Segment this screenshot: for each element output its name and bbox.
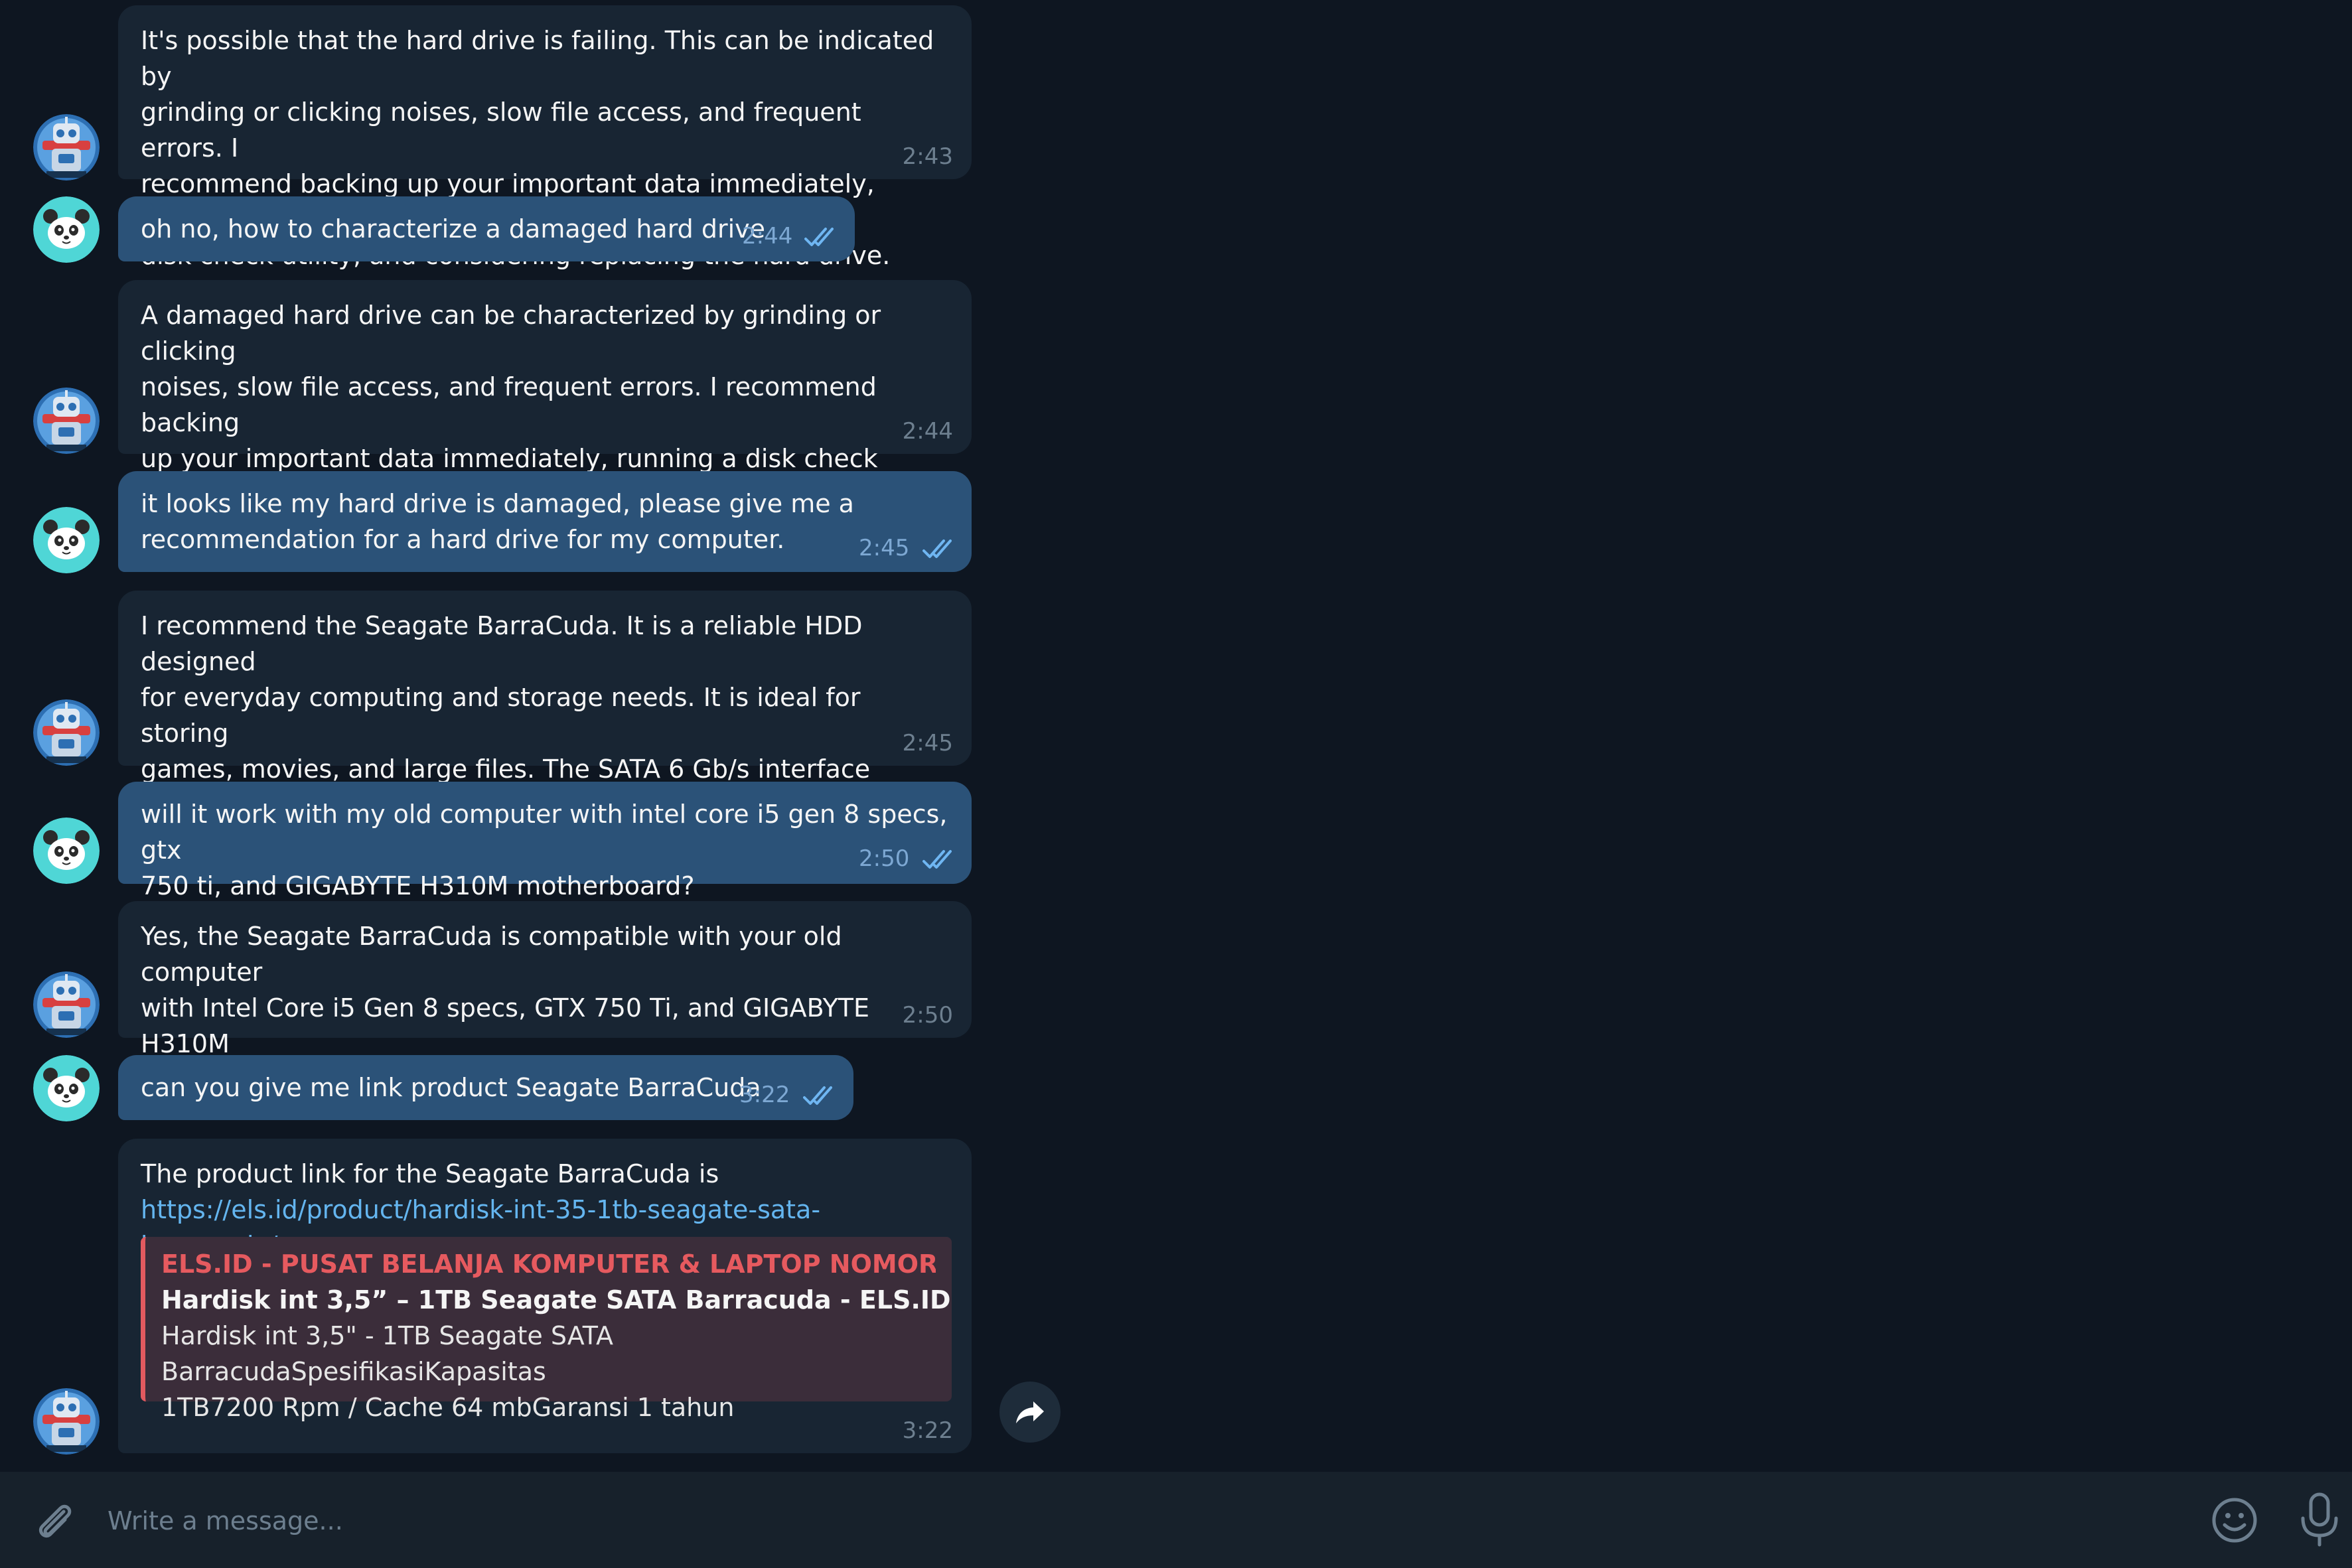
message-time: 2:43 <box>902 143 953 170</box>
double-check-icon <box>922 537 960 560</box>
message-composer <box>0 1472 2352 1568</box>
message-bubble-bot[interactable]: I recommend the Seagate BarraCuda. It is… <box>118 591 972 855</box>
message-time: 2:50 <box>902 1002 953 1029</box>
preview-site-name: ELS.ID - PUSAT BELANJA KOMPUTER & LAPTOP… <box>161 1249 936 1279</box>
preview-description: Hardisk int 3,5" - 1TB Seagate SATA Barr… <box>161 1321 735 1422</box>
message-bubble-bot[interactable]: The product link for the Seagate BarraCu… <box>118 1139 972 1453</box>
link-preview-card[interactable]: ELS.ID - PUSAT BELANJA KOMPUTER & LAPTOP… <box>141 1237 952 1422</box>
message-time: 2:45 <box>902 730 953 756</box>
user-avatar[interactable] <box>33 507 100 573</box>
message-text: will it work with my old computer with i… <box>141 800 948 900</box>
message-time: 2:50 <box>859 845 910 872</box>
message-bubble-user[interactable]: oh no, how to characterize a damaged har… <box>118 196 855 261</box>
preview-title: Hardisk int 3,5” – 1TB Seagate SATA Barr… <box>161 1285 951 1315</box>
message-bubble-user[interactable]: it looks like my hard drive is damaged, … <box>118 471 972 572</box>
message-bubble-user[interactable]: can you give me link product Seagate Bar… <box>118 1055 853 1120</box>
message-text: oh no, how to characterize a damaged har… <box>141 214 766 244</box>
message-time: 2:44 <box>902 418 953 445</box>
message-text-line: The product link for the Seagate BarraCu… <box>141 1159 719 1188</box>
bot-avatar[interactable] <box>33 114 100 180</box>
bot-avatar[interactable] <box>33 1388 100 1455</box>
bot-avatar[interactable] <box>33 699 100 766</box>
smiley-icon[interactable] <box>2210 1496 2259 1545</box>
message-text: can you give me link product Seagate Bar… <box>141 1073 761 1102</box>
message-bubble-user[interactable]: will it work with my old computer with i… <box>118 782 972 900</box>
message-time: 3:22 <box>739 1082 790 1108</box>
share-arrow-icon <box>1016 1401 1044 1423</box>
microphone-icon[interactable] <box>2296 1492 2343 1549</box>
message-time: 3:22 <box>902 1417 953 1444</box>
message-bubble-bot[interactable]: It's possible that the hard drive is fai… <box>118 5 972 270</box>
user-avatar[interactable] <box>33 818 100 884</box>
bot-avatar[interactable] <box>33 388 100 454</box>
double-check-icon <box>804 226 842 248</box>
message-input[interactable] <box>106 1492 2166 1550</box>
double-check-icon <box>922 848 960 871</box>
user-avatar[interactable] <box>33 1055 100 1121</box>
share-button[interactable] <box>999 1382 1061 1443</box>
message-time: 2:44 <box>742 223 793 249</box>
bot-avatar[interactable] <box>33 971 100 1038</box>
message-text: it looks like my hard drive is damaged, … <box>141 489 854 554</box>
user-avatar[interactable] <box>33 196 100 263</box>
message-bubble-bot[interactable]: Yes, the Seagate BarraCuda is compatible… <box>118 901 972 1094</box>
message-bubble-bot[interactable]: A damaged hard drive can be characterize… <box>118 280 972 545</box>
double-check-icon <box>803 1084 840 1107</box>
chat-history[interactable]: It's possible that the hard drive is fai… <box>0 0 2352 1472</box>
paperclip-icon[interactable] <box>29 1497 82 1550</box>
message-time: 2:45 <box>859 535 910 561</box>
